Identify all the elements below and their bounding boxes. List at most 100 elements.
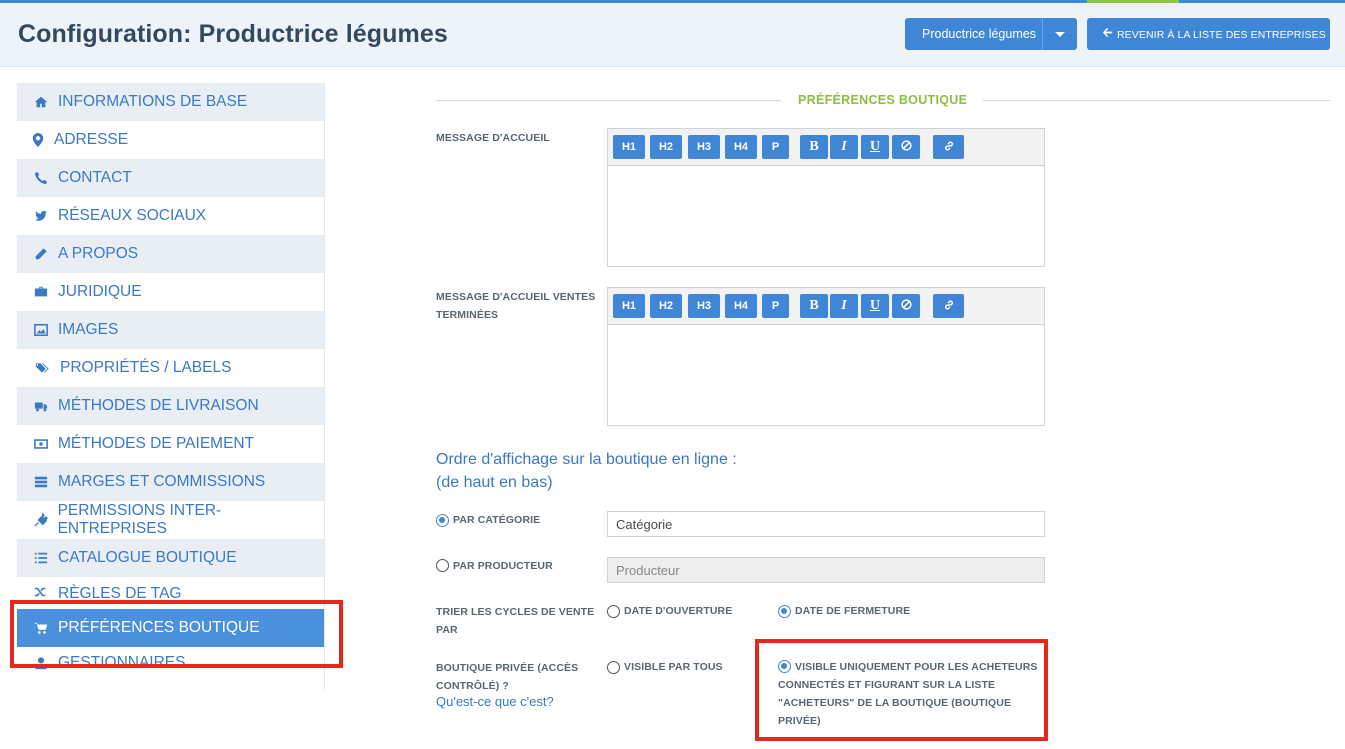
picture-icon — [32, 323, 50, 337]
section-divider-right — [983, 100, 1330, 101]
display-order-heading-line2: (de haut en bas) — [436, 474, 553, 491]
cart-icon — [32, 621, 50, 635]
company-select-button[interactable]: Productrice légumes — [905, 18, 1077, 50]
sidebar-item-juridique[interactable]: JURIDIQUE — [17, 273, 324, 311]
sidebar-item-label: JURIDIQUE — [58, 283, 142, 300]
by-category-input[interactable] — [607, 511, 1045, 537]
bold-button[interactable]: B — [800, 294, 828, 318]
sidebar-item-marges-commissions[interactable]: MARGES ET COMMISSIONS — [17, 463, 324, 501]
sidebar-item-images[interactable]: IMAGES — [17, 311, 324, 349]
h3-button[interactable]: H3 — [688, 294, 720, 318]
editor-toolbar: H1 H2 H3 H4 P B I U — [608, 288, 1044, 325]
sidebar-item-gestionnaires[interactable]: GESTIONNAIRES — [17, 647, 324, 679]
server-icon — [32, 475, 50, 489]
by-producer-radio[interactable] — [436, 559, 449, 572]
sort-cycles-label: TRIER LES CYCLES DE VENTE PAR — [436, 603, 594, 639]
private-shop-label-line2: CONTRÔLÉ) ? — [436, 680, 509, 692]
welcome-message-editor: H1 H2 H3 H4 P B I U — [607, 128, 1045, 267]
sidebar-item-a-propos[interactable]: A PROPOS — [17, 235, 324, 273]
section-divider-left — [436, 100, 781, 101]
sidebar-item-preferences-boutique[interactable]: PRÉFÉRENCES BOUTIQUE — [17, 609, 324, 647]
money-icon — [32, 437, 50, 451]
sidebar-item-contact[interactable]: CONTACT — [17, 159, 324, 197]
visible-buyers-label: VISIBLE UNIQUEMENT POUR LES ACHETEURS CO… — [778, 658, 1040, 730]
company-select-label: Productrice légumes — [922, 27, 1036, 41]
sidebar-item-label: A PROPOS — [58, 245, 139, 262]
visible-buyers-line4: PRIVÉE) — [778, 715, 821, 727]
link-icon — [943, 140, 955, 155]
italic-button[interactable]: I — [830, 135, 858, 159]
back-to-companies-button[interactable]: REVENIR À LA LISTE DES ENTREPRISES — [1087, 18, 1330, 50]
visible-buyers-line2: CONNECTÉS ET FIGURANT SUR LA LISTE — [778, 679, 996, 691]
italic-button[interactable]: I — [830, 294, 858, 318]
h4-button[interactable]: H4 — [725, 294, 757, 318]
sidebar-item-label: IMAGES — [58, 321, 119, 338]
company-select-separator — [1042, 18, 1043, 50]
sidebar-item-reseaux-sociaux[interactable]: RÉSEAUX SOCIAUX — [17, 197, 324, 235]
private-shop-help-link[interactable]: Qu'est-ce que c'est? — [436, 694, 554, 709]
paragraph-button[interactable]: P — [762, 294, 789, 318]
sort-cycles-label-line2: PAR — [436, 624, 458, 636]
visible-buyers-line3: "ACHETEURS" DE LA BOUTIQUE (BOUTIQUE — [778, 697, 1012, 709]
ban-icon — [900, 140, 912, 154]
display-order-heading: Ordre d'affichage sur la boutique en lig… — [436, 448, 737, 494]
arrow-left-icon — [1102, 27, 1113, 41]
sidebar-item-label: INFORMATIONS DE BASE — [58, 93, 248, 110]
sort-open-date-label: DATE D'OUVERTURE — [624, 605, 733, 617]
sidebar-item-label: CATALOGUE BOUTIQUE — [58, 549, 237, 566]
clear-format-button[interactable] — [892, 135, 920, 159]
link-button[interactable] — [933, 135, 964, 159]
section-title: PRÉFÉRENCES BOUTIQUE — [798, 93, 968, 107]
user-icon — [32, 656, 50, 670]
link-icon — [943, 299, 955, 314]
welcome-closed-label: MESSAGE D'ACCUEIL VENTES TERMINÉES — [436, 288, 595, 324]
twitter-icon — [32, 209, 50, 223]
clear-format-button[interactable] — [892, 294, 920, 318]
truck-icon — [32, 399, 50, 413]
by-category-label: PAR CATÉGORIE — [453, 514, 541, 526]
sidebar-item-informations[interactable]: INFORMATIONS DE BASE — [17, 83, 324, 121]
sidebar-item-label: GESTIONNAIRES — [58, 654, 186, 671]
sidebar-item-proprietes-labels[interactable]: PROPRIÉTÉS / LABELS — [17, 349, 324, 387]
sidebar-item-label: MÉTHODES DE PAIEMENT — [58, 435, 255, 452]
map-marker-icon — [32, 133, 44, 147]
underline-button[interactable]: U — [861, 294, 889, 318]
display-order-heading-line1: Ordre d'affichage sur la boutique en lig… — [436, 451, 737, 468]
sidebar-item-methodes-livraison[interactable]: MÉTHODES DE LIVRAISON — [17, 387, 324, 425]
h1-button[interactable]: H1 — [613, 135, 645, 159]
sidebar-item-label: CONTACT — [58, 169, 132, 186]
page-title: Configuration: Productrice légumes — [18, 20, 448, 48]
h3-button[interactable]: H3 — [688, 135, 720, 159]
sort-open-date-radio[interactable] — [607, 605, 620, 618]
random-icon — [32, 585, 50, 599]
h2-button[interactable]: H2 — [650, 135, 682, 159]
link-button[interactable] — [933, 294, 964, 318]
h4-button[interactable]: H4 — [725, 135, 757, 159]
by-category-radio[interactable] — [436, 514, 449, 527]
briefcase-icon — [32, 285, 50, 299]
sidebar-item-adresse[interactable]: ADRESSE — [17, 121, 324, 159]
by-producer-input[interactable] — [607, 557, 1045, 583]
bold-button[interactable]: B — [800, 135, 828, 159]
underline-button[interactable]: U — [861, 135, 889, 159]
welcome-closed-label-line2: TERMINÉES — [436, 309, 499, 321]
welcome-closed-editor: H1 H2 H3 H4 P B I U — [607, 287, 1045, 426]
pencil-icon — [32, 247, 50, 261]
sidebar-item-label: PERMISSIONS INTER-ENTREPRISES — [57, 502, 222, 537]
visible-all-radio[interactable] — [607, 661, 620, 674]
sidebar-item-label: MARGES ET COMMISSIONS — [58, 473, 266, 490]
private-shop-label-line1: BOUTIQUE PRIVÉE (ACCÈS — [436, 662, 579, 674]
sidebar-item-catalogue-boutique[interactable]: CATALOGUE BOUTIQUE — [17, 539, 324, 577]
sort-close-date-label: DATE DE FERMETURE — [795, 605, 911, 617]
sidebar-item-regles-tag[interactable]: RÈGLES DE TAG — [17, 577, 324, 609]
welcome-message-label: MESSAGE D'ACCUEIL — [436, 132, 550, 144]
back-button-label: REVENIR À LA LISTE DES ENTREPRISES — [1117, 29, 1326, 41]
h2-button[interactable]: H2 — [650, 294, 682, 318]
sidebar-item-permissions[interactable]: PERMISSIONS INTER-ENTREPRISES — [17, 501, 324, 539]
sidebar-item-label: PRÉFÉRENCES BOUTIQUE — [58, 619, 260, 636]
paragraph-button[interactable]: P — [762, 135, 789, 159]
ban-icon — [900, 299, 912, 313]
sort-close-date-radio[interactable] — [778, 605, 791, 618]
h1-button[interactable]: H1 — [613, 294, 645, 318]
sidebar-item-methodes-paiement[interactable]: MÉTHODES DE PAIEMENT — [17, 425, 324, 463]
